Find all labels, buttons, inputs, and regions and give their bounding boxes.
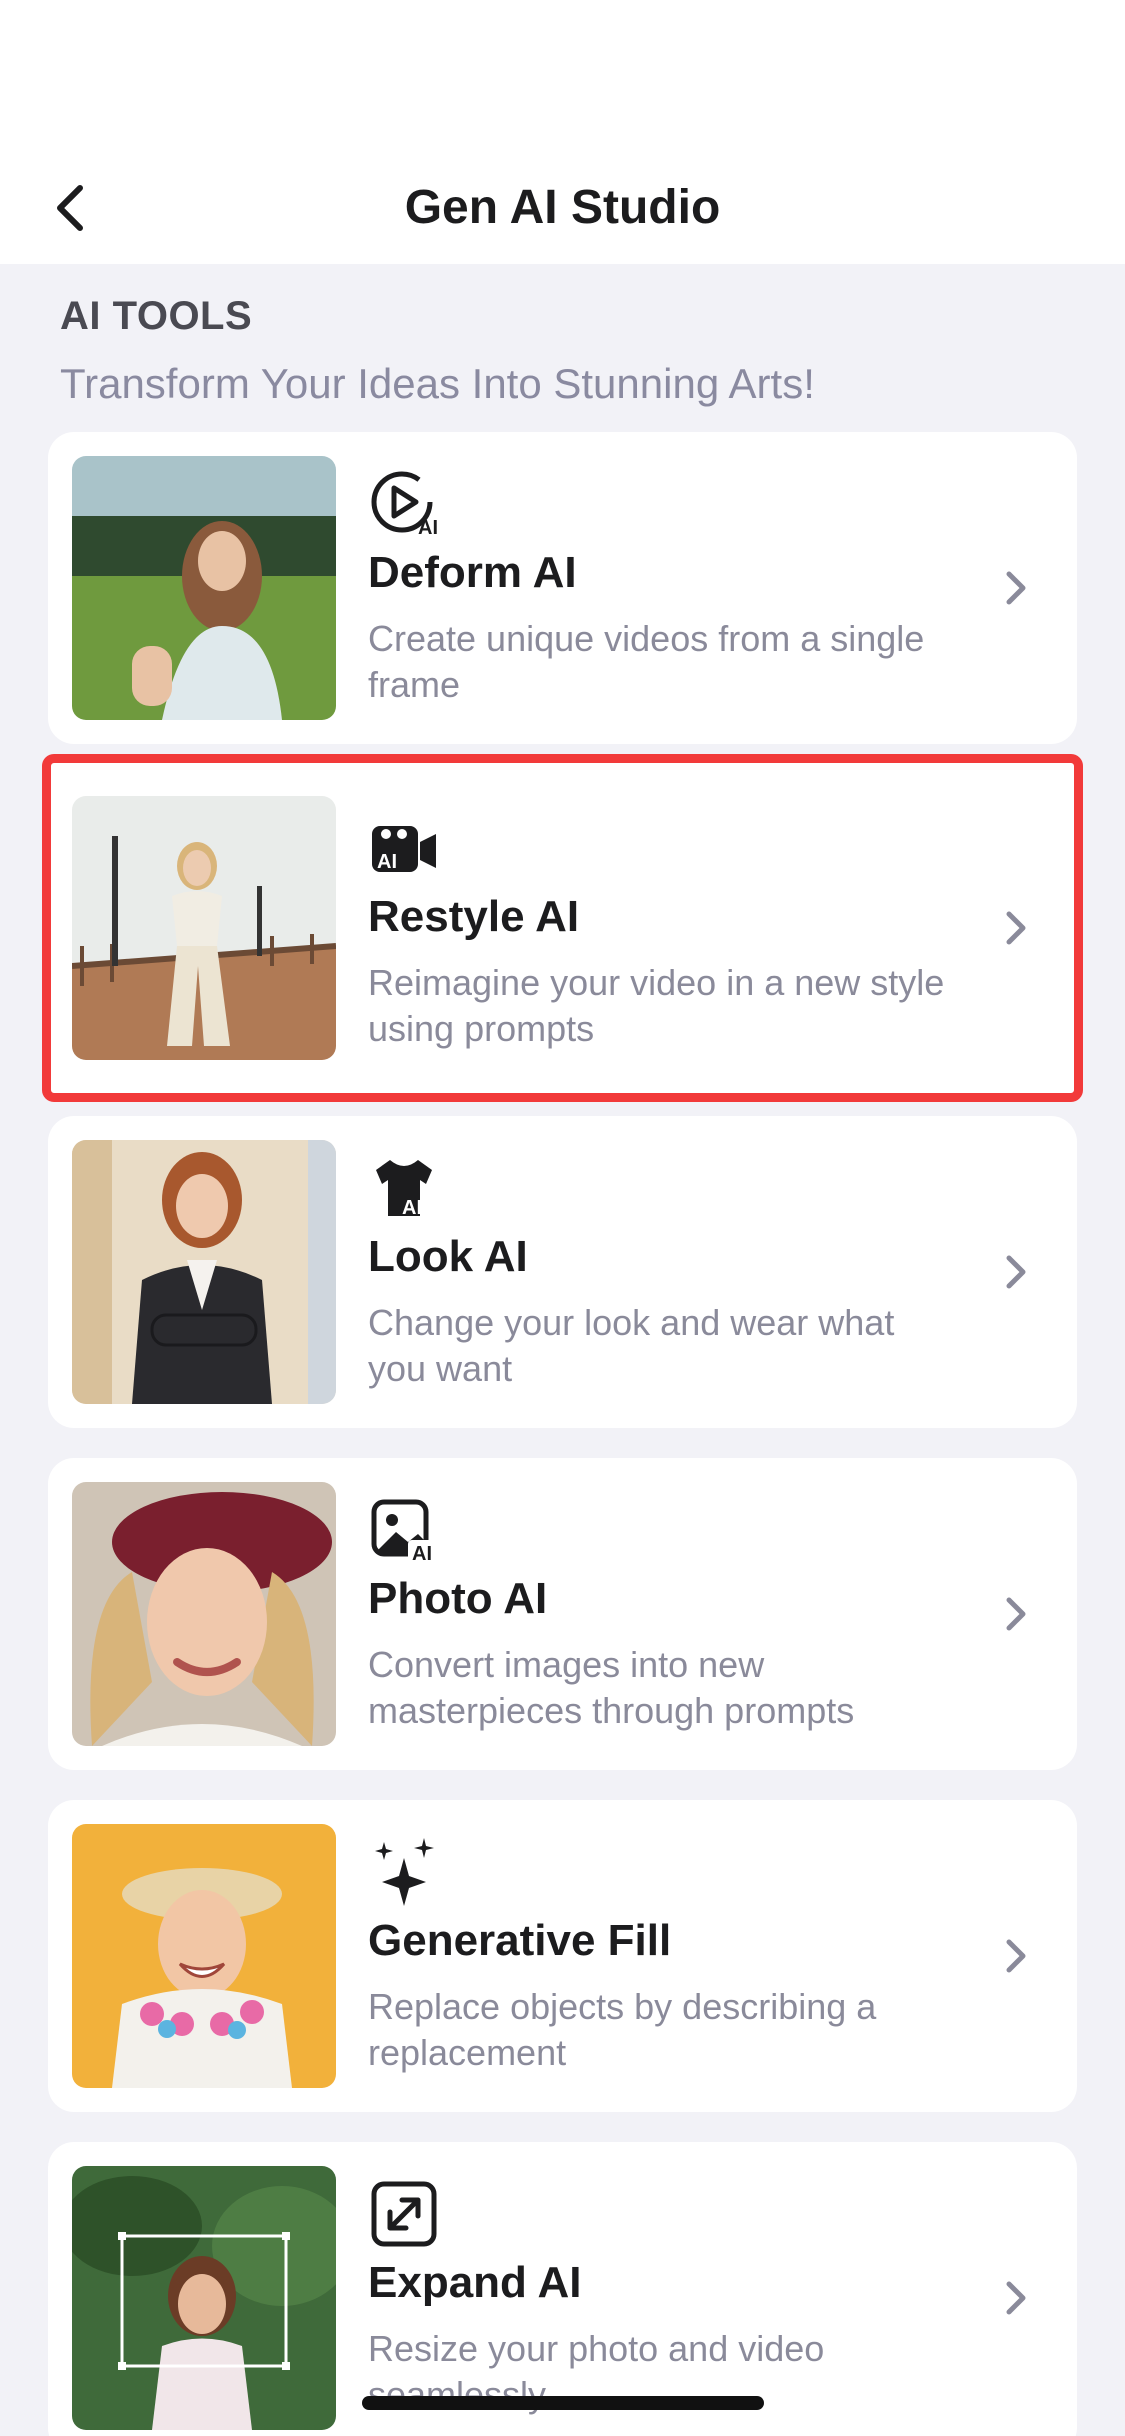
main-content[interactable]: AI TOOLS Transform Your Ideas Into Stunn… xyxy=(0,264,1125,2436)
chevron-right-icon xyxy=(1006,2281,1026,2315)
deform-ai-thumbnail xyxy=(72,456,336,720)
tool-card-deform-ai[interactable]: AI Deform AI Create unique videos from a… xyxy=(48,432,1077,744)
navigation-bar: Gen AI Studio xyxy=(0,150,1125,264)
svg-text:AI: AI xyxy=(418,517,438,539)
tool-description: Replace objects by describing a replacem… xyxy=(368,1986,877,2073)
svg-text:AI: AI xyxy=(412,1543,432,1565)
tool-card-generative-fill[interactable]: Generative Fill Replace objects by descr… xyxy=(48,1800,1077,2112)
chevron-right-icon xyxy=(1006,1255,1026,1289)
status-bar-area xyxy=(0,0,1125,150)
expand-icon xyxy=(371,2181,437,2247)
tool-name: Photo AI xyxy=(368,1574,548,1623)
tool-name: Restyle AI xyxy=(368,892,580,941)
tool-description: Change your look and wear what you want xyxy=(368,1302,895,1389)
restyle-ai-thumbnail xyxy=(72,796,336,1060)
tool-name: Deform AI xyxy=(368,548,577,597)
tool-card-photo-ai[interactable]: AI Photo AI Convert images into new mast… xyxy=(48,1458,1077,1770)
photo-ai-thumbnail xyxy=(72,1482,336,1746)
tool-name: Look AI xyxy=(368,1232,528,1281)
camera-ai-icon: AI xyxy=(372,826,436,873)
expand-ai-thumbnail xyxy=(72,2166,336,2430)
shirt-ai-icon: AI xyxy=(376,1160,432,1219)
tool-description: Reimagine your video in a new style usin… xyxy=(368,962,945,1049)
tool-name: Generative Fill xyxy=(368,1916,672,1965)
section-title: AI TOOLS xyxy=(60,294,253,338)
play-ai-icon: AI xyxy=(371,471,438,539)
chevron-right-icon xyxy=(1006,1939,1026,1973)
svg-text:AI: AI xyxy=(377,851,397,873)
look-ai-thumbnail xyxy=(72,1140,336,1404)
tool-card-restyle-ai[interactable]: AI Restyle AI Reimagine your video in a … xyxy=(42,754,1083,1102)
photo-ai-icon: AI xyxy=(371,1499,438,1565)
chevron-right-icon xyxy=(1006,1597,1026,1631)
tool-description: Convert images into new masterpieces thr… xyxy=(368,1644,855,1731)
page-title: Gen AI Studio xyxy=(404,180,721,234)
svg-text:AI: AI xyxy=(402,1197,422,1219)
home-indicator[interactable] xyxy=(362,2396,764,2410)
tool-name: Expand AI xyxy=(368,2258,582,2307)
tool-card-expand-ai[interactable]: Expand AI Resize your photo and video se… xyxy=(48,2142,1077,2436)
tool-card-look-ai[interactable]: AI Look AI Change your look and wear wha… xyxy=(48,1116,1077,1428)
chevron-right-icon xyxy=(1006,911,1026,945)
section-subtitle: Transform Your Ideas Into Stunning Arts! xyxy=(60,360,815,407)
tool-description: Create unique videos from a single frame xyxy=(368,618,925,705)
chevron-right-icon xyxy=(1006,571,1026,605)
generative-fill-thumbnail xyxy=(72,1824,336,2088)
sparkles-icon xyxy=(375,1838,434,1906)
